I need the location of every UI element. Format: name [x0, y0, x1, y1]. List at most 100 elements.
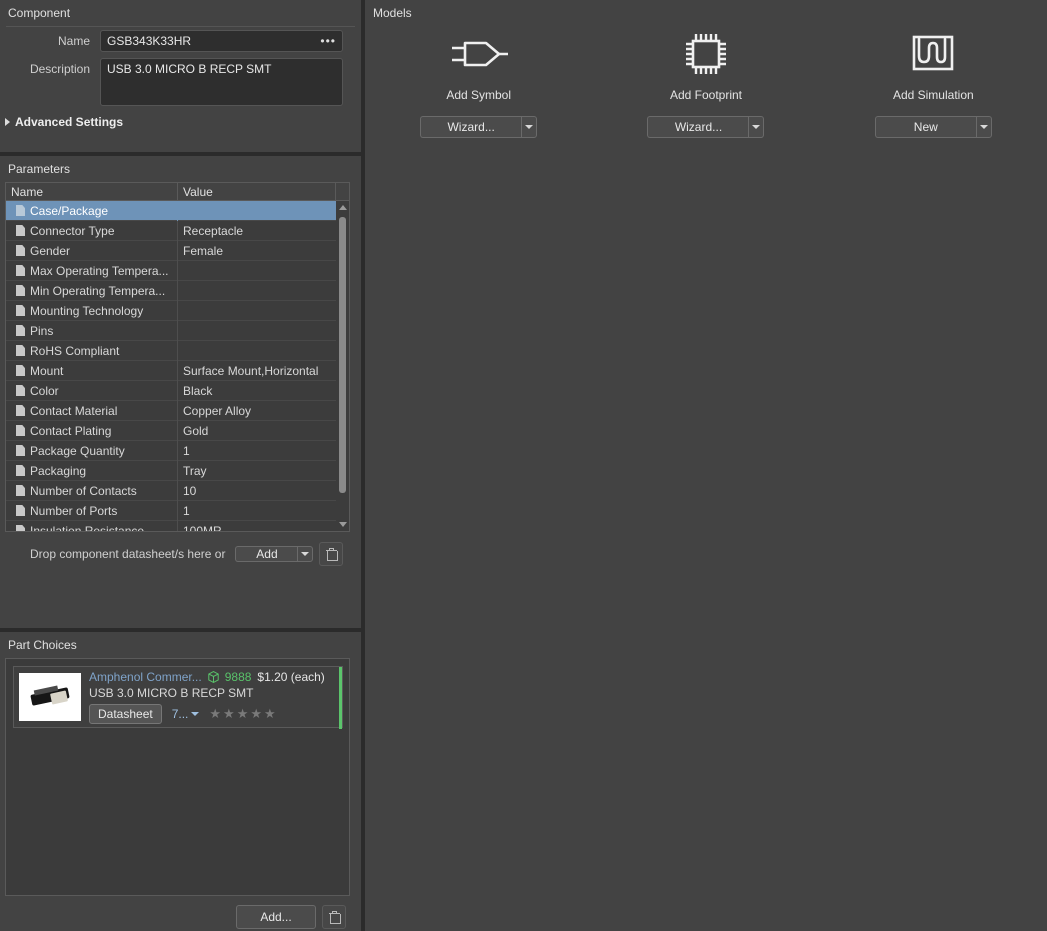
parameter-value-cell[interactable]: Surface Mount,Horizontal	[178, 361, 336, 381]
parameter-value-cell[interactable]: 100MR	[178, 521, 336, 532]
advanced-settings-toggle[interactable]: Advanced Settings	[0, 109, 361, 133]
table-row[interactable]: Insulation Resistance100MR	[6, 521, 349, 531]
scrollbar-thumb[interactable]	[339, 217, 346, 493]
parameter-value-cell[interactable]	[178, 341, 336, 361]
advanced-settings-label: Advanced Settings	[15, 115, 123, 129]
name-input[interactable]: GSB343K33HR •••	[100, 30, 343, 52]
parameter-name-cell[interactable]: Contact Plating	[6, 421, 178, 441]
parameter-name-cell[interactable]: Packaging	[6, 461, 178, 481]
part-price: $1.20 (each)	[257, 670, 324, 684]
parameter-value-cell[interactable]: 10	[178, 481, 336, 501]
datasheet-drop-text: Drop component datasheet/s here or	[30, 547, 225, 561]
parameter-name-cell[interactable]: Number of Ports	[6, 501, 178, 521]
part-choice-actions: Datasheet 7... ★★★★★	[89, 704, 342, 724]
parameter-name-cell[interactable]: Contact Material	[6, 401, 178, 421]
parameter-name-cell[interactable]: Insulation Resistance	[6, 521, 178, 532]
table-row[interactable]: Gender Female	[6, 241, 349, 261]
chevron-down-icon	[339, 522, 347, 527]
model-label: Add Footprint	[670, 88, 742, 102]
part-choice-card[interactable]: Amphenol Commer... 9888 $1.20 (each) USB…	[13, 666, 343, 728]
column-header-name[interactable]: Name	[6, 183, 178, 200]
table-row[interactable]: Number of Contacts10	[6, 481, 349, 501]
part-choices-add-button[interactable]: Add...	[236, 905, 316, 929]
simulation-new-split-button[interactable]: New	[875, 116, 992, 138]
parameter-name-cell[interactable]: Mounting Technology	[6, 301, 178, 321]
parameter-name-cell[interactable]: Case/Package	[6, 201, 178, 221]
table-row[interactable]: Contact MaterialCopper Alloy	[6, 401, 349, 421]
datasheet-delete-button[interactable]	[319, 542, 343, 566]
table-row[interactable]: MountSurface Mount,Horizontal	[6, 361, 349, 381]
table-row[interactable]: Max Operating Tempera...	[6, 261, 349, 281]
datasheet-add-split-button[interactable]: Add	[235, 546, 313, 562]
model-add-footprint: Add Footprint Wizard...	[592, 28, 819, 158]
description-input[interactable]: USB 3.0 MICRO B RECP SMT	[100, 58, 343, 106]
datasheet-add-button[interactable]: Add	[235, 546, 297, 562]
parameter-name-cell[interactable]: Pins	[6, 321, 178, 341]
parameter-value-cell[interactable]: Gold	[178, 421, 336, 441]
scroll-up-button[interactable]	[336, 201, 349, 214]
description-label: Description	[8, 58, 100, 76]
left-column: Component Name GSB343K33HR ••• Descripti…	[0, 0, 361, 931]
parameters-scrollbar[interactable]	[336, 201, 349, 531]
parameter-value-cell[interactable]	[178, 321, 336, 341]
table-row[interactable]: Connector TypeReceptacle	[6, 221, 349, 241]
part-quantity-dropdown[interactable]: 7...	[172, 707, 200, 721]
parameter-value-cell[interactable]	[178, 281, 336, 301]
part-choices-delete-button[interactable]	[322, 905, 346, 929]
parameter-name-label: Package Quantity	[30, 444, 125, 458]
scroll-down-button[interactable]	[336, 518, 349, 531]
footprint-wizard-dropdown[interactable]	[748, 116, 764, 138]
parameter-value-cell[interactable]: Black	[178, 381, 336, 401]
parameter-value-cell[interactable]	[178, 301, 336, 321]
parameter-name-label: Gender	[30, 244, 70, 258]
parameters-panel-title: Parameters	[0, 156, 361, 182]
right-column: Models Add Symbol Wizard...	[365, 0, 1047, 931]
parameter-value-cell[interactable]	[178, 261, 336, 281]
parameter-value-cell[interactable]: Female	[178, 241, 336, 261]
part-supplier-link[interactable]: Amphenol Commer...	[89, 670, 202, 684]
name-more-button[interactable]: •••	[320, 34, 336, 49]
part-rating-stars[interactable]: ★★★★★	[209, 706, 277, 722]
symbol-wizard-button[interactable]: Wizard...	[420, 116, 521, 138]
parameter-value-cell[interactable]: Copper Alloy	[178, 401, 336, 421]
parameter-value-cell[interactable]: 1	[178, 441, 336, 461]
table-row[interactable]: Mounting Technology	[6, 301, 349, 321]
parameter-value-cell[interactable]	[178, 201, 336, 221]
parameter-name-cell[interactable]: Connector Type	[6, 221, 178, 241]
symbol-wizard-dropdown[interactable]	[521, 116, 537, 138]
symbol-wizard-split-button[interactable]: Wizard...	[420, 116, 537, 138]
parameter-name-cell[interactable]: Package Quantity	[6, 441, 178, 461]
column-header-value[interactable]: Value	[178, 183, 336, 200]
parameter-name-cell[interactable]: RoHS Compliant	[6, 341, 178, 361]
parameter-name-cell[interactable]: Max Operating Tempera...	[6, 261, 178, 281]
datasheet-drop-row: Drop component datasheet/s here or Add	[0, 538, 361, 570]
parameter-name-cell[interactable]: Gender	[6, 241, 178, 261]
footprint-wizard-button[interactable]: Wizard...	[647, 116, 748, 138]
parameter-value-cell[interactable]: Tray	[178, 461, 336, 481]
part-datasheet-button[interactable]: Datasheet	[89, 704, 162, 724]
table-row[interactable]: RoHS Compliant	[6, 341, 349, 361]
parameter-value-cell[interactable]: Receptacle	[178, 221, 336, 241]
table-row[interactable]: Number of Ports1	[6, 501, 349, 521]
table-row[interactable]: PackagingTray	[6, 461, 349, 481]
chevron-right-icon	[5, 118, 10, 126]
package-icon-svg	[208, 671, 219, 683]
footprint-wizard-split-button[interactable]: Wizard...	[647, 116, 764, 138]
parameter-name-cell[interactable]: Min Operating Tempera...	[6, 281, 178, 301]
table-row[interactable]: Package Quantity 1	[6, 441, 349, 461]
table-row[interactable]: Min Operating Tempera...	[6, 281, 349, 301]
parameter-name-cell[interactable]: Number of Contacts	[6, 481, 178, 501]
parameter-value-cell[interactable]: 1	[178, 501, 336, 521]
table-row[interactable]: Case/Package	[6, 201, 349, 221]
parameter-name-cell[interactable]: Mount	[6, 361, 178, 381]
document-icon	[16, 365, 25, 376]
datasheet-add-dropdown[interactable]	[297, 546, 313, 562]
models-panel: Models Add Symbol Wizard...	[365, 0, 1047, 931]
symbol-icon	[446, 28, 512, 80]
simulation-new-button[interactable]: New	[875, 116, 976, 138]
simulation-new-dropdown[interactable]	[976, 116, 992, 138]
parameter-name-cell[interactable]: Color	[6, 381, 178, 401]
table-row[interactable]: Pins	[6, 321, 349, 341]
table-row[interactable]: ColorBlack	[6, 381, 349, 401]
table-row[interactable]: Contact PlatingGold	[6, 421, 349, 441]
